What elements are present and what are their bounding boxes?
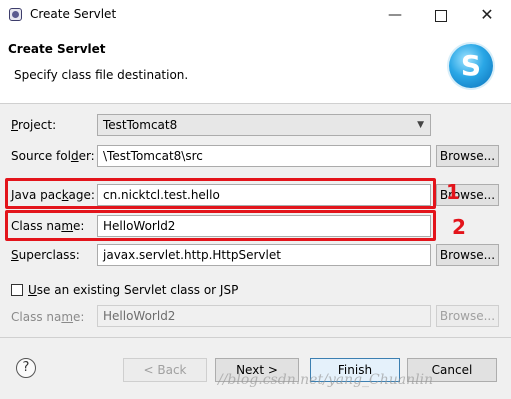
project-value: TestTomcat8 (103, 118, 178, 132)
watermark: //blog.csdn.net/yang_Chuanlin (218, 372, 434, 388)
annotation-number-1: 1 (446, 180, 460, 204)
servlet-wizard-logo-icon: S (449, 44, 493, 88)
wizard-title: Create Servlet (8, 42, 106, 56)
logo-letter: S (460, 49, 482, 82)
use-existing-label[interactable]: Use an existing Servlet class or JSP (28, 283, 238, 297)
annotation-number-2: 2 (452, 215, 466, 239)
superclass-label: Superclass: (11, 248, 80, 262)
annotation-highlight-java-package (5, 178, 436, 209)
maximize-button[interactable] (418, 0, 464, 30)
existing-class-name-input[interactable]: HelloWorld2 (97, 305, 431, 327)
window-title: Create Servlet (30, 7, 117, 21)
source-folder-input[interactable]: \TestTomcat8\src (97, 145, 431, 167)
button-bar-separator (0, 337, 511, 338)
back-button[interactable]: < Back (123, 358, 207, 382)
chevron-down-icon: ▼ (417, 120, 424, 130)
superclass-browse-button[interactable]: Browse... (436, 244, 499, 266)
existing-class-name-label: Class name: (11, 310, 85, 324)
eclipse-app-icon (9, 8, 22, 21)
project-label: Project: (11, 118, 57, 132)
use-existing-checkbox[interactable] (11, 284, 23, 296)
minimize-button[interactable]: — (372, 0, 418, 30)
title-bar: Create Servlet — ✕ (0, 0, 511, 31)
maximize-icon (435, 10, 447, 22)
help-icon[interactable]: ? (16, 358, 36, 378)
source-folder-browse-button[interactable]: Browse... (436, 145, 499, 167)
existing-class-browse-button[interactable]: Browse... (436, 305, 499, 327)
project-combo[interactable]: TestTomcat8 ▼ (97, 114, 431, 136)
annotation-highlight-class-name (5, 210, 436, 241)
source-folder-label: Source folder: (11, 149, 95, 163)
wizard-description: Specify class file destination. (14, 68, 189, 82)
superclass-input[interactable]: javax.servlet.http.HttpServlet (97, 244, 431, 266)
close-button[interactable]: ✕ (464, 0, 510, 30)
wizard-header: Create Servlet Specify class file destin… (0, 31, 511, 104)
